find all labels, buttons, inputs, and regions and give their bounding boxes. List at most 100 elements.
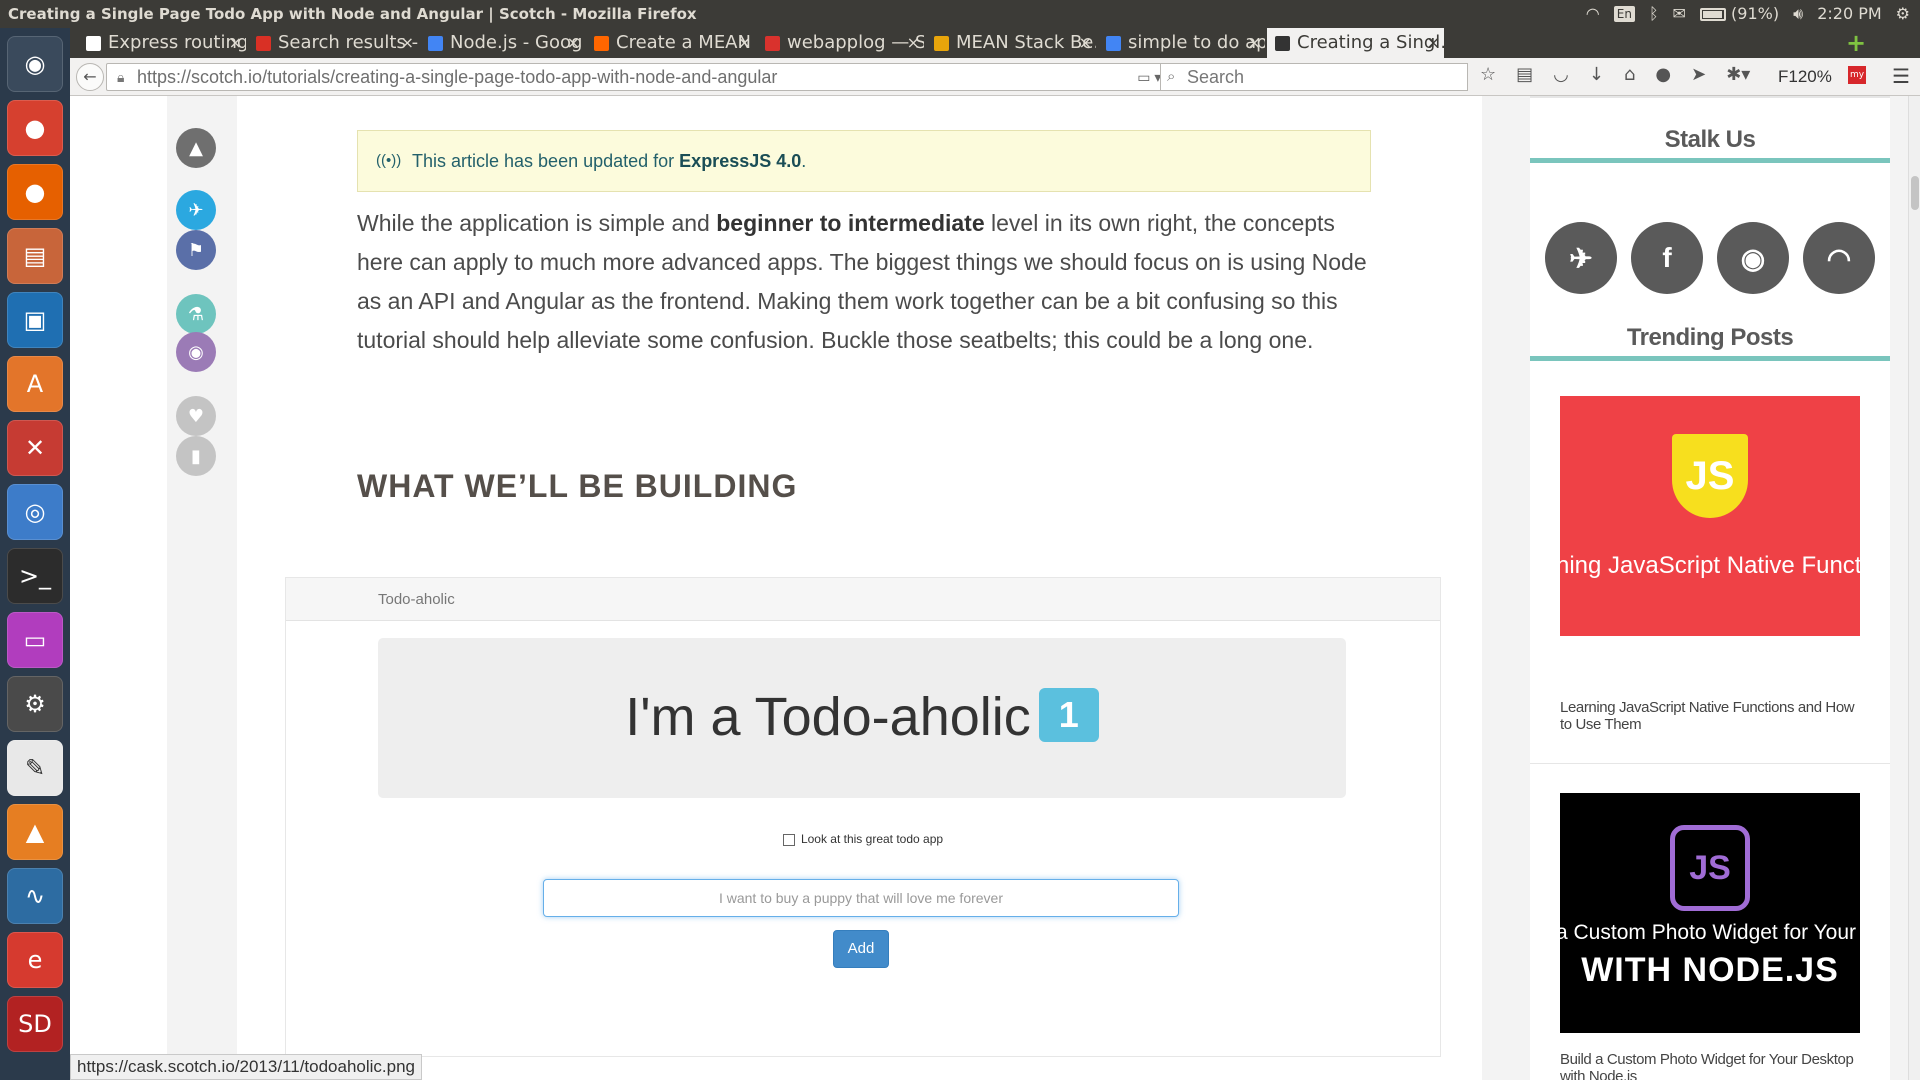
tab-7[interactable]: simple to do ap…× xyxy=(1098,28,1265,58)
tab-3[interactable]: Node.js - Googl…× xyxy=(420,28,584,58)
article-body: ((•)) This article has been updated for … xyxy=(237,96,1482,1080)
battery-indicator[interactable]: (91%) xyxy=(1699,0,1779,28)
vlc-icon[interactable]: ▲ xyxy=(7,804,63,860)
tab-close-icon[interactable]: × xyxy=(1427,28,1440,58)
twitter-share-icon[interactable]: ✈ xyxy=(176,190,216,230)
tab-5[interactable]: webapplog — S…× xyxy=(757,28,924,58)
tab-favicon-icon xyxy=(428,36,443,51)
tab-8[interactable]: Creating a Singl… × xyxy=(1267,28,1444,58)
toolbar-icons: ☆ ▤ ◡ ↓ ⌂ ● ➤ ✱▾ xyxy=(1480,64,1750,85)
tab-close-icon[interactable]: × xyxy=(907,28,920,58)
stalk-us-rule xyxy=(1530,158,1890,163)
tab-close-icon[interactable]: × xyxy=(229,28,242,58)
addon-badge-icon[interactable]: my xyxy=(1848,66,1866,84)
download-icon[interactable]: ↓ xyxy=(1589,64,1604,85)
chromium-icon[interactable]: ◎ xyxy=(7,484,63,540)
extension-icon[interactable]: ✱▾ xyxy=(1726,64,1750,85)
pocket-icon[interactable]: ◡ xyxy=(1553,64,1569,85)
url-bar[interactable]: 🔒︎ https://scotch.io/tutorials/creating-… xyxy=(106,63,1186,91)
chat-icon[interactable]: ● xyxy=(1655,64,1671,85)
demo-title: I'm a Todo-aholic 1 xyxy=(378,686,1346,748)
todo-app-screenshot[interactable]: Todo-aholic I'm a Todo-aholic 1 Look at t… xyxy=(285,577,1441,1057)
unity-launcher: ◉ ● ● ▤ ▣ A ✕ ◎ >_ ▭ ⚙ ✎ ▲ ∿ e SD xyxy=(0,28,70,1080)
volume-icon[interactable]: 🔊︎ xyxy=(1793,0,1803,28)
intro-text-1: While the application is simple and xyxy=(357,210,717,236)
github-share-icon[interactable]: ◉ xyxy=(176,332,216,372)
trending-post-title-2[interactable]: Build a Custom Photo Widget for Your Des… xyxy=(1560,1051,1860,1080)
nodejs-logo-icon: JS xyxy=(1670,825,1750,911)
status-link-preview: https://cask.scotch.io/2013/11/todoaholi… xyxy=(70,1054,423,1080)
trending-post-title-1[interactable]: Learning JavaScript Native Functions and… xyxy=(1560,699,1860,733)
post-image-text-2: a Custom Photo Widget for Your De xyxy=(1560,921,1860,944)
javascript-logo-icon: JS xyxy=(1672,434,1748,518)
tab-2[interactable]: Search results - i…× xyxy=(248,28,418,58)
tab-4[interactable]: Create a MEAN …× xyxy=(586,28,755,58)
hamburger-menu-icon[interactable]: ☰ xyxy=(1892,64,1910,88)
sd-card-icon[interactable]: SD xyxy=(7,996,63,1052)
terminal-icon[interactable]: >_ xyxy=(7,548,63,604)
files-icon[interactable]: ▤ xyxy=(7,228,63,284)
firefox-icon[interactable]: ● xyxy=(7,164,63,220)
window-titlebar: Creating a Single Page Todo App with Nod… xyxy=(0,0,1920,28)
trending-posts-title: Trending Posts xyxy=(1626,324,1794,351)
scrollbar-thumb[interactable] xyxy=(1911,176,1919,210)
app-e-icon[interactable]: e xyxy=(7,932,63,988)
star-bookmark-icon[interactable]: ☆ xyxy=(1480,64,1496,85)
tab-close-icon[interactable]: × xyxy=(567,28,580,58)
tab-close-icon[interactable]: × xyxy=(738,28,751,58)
send-icon[interactable]: ➤ xyxy=(1691,64,1706,85)
java-ee-ide-icon[interactable]: ⚙ xyxy=(7,676,63,732)
tab-close-icon[interactable]: × xyxy=(1248,28,1261,58)
tab-close-icon[interactable]: × xyxy=(401,28,414,58)
demo-jumbotron: I'm a Todo-aholic 1 xyxy=(378,638,1346,798)
system-tray: ◠ En ᛒ ✉ (91%) 🔊︎ 2:20 PM ⚙ xyxy=(1586,0,1910,28)
heart-icon[interactable]: ♥ xyxy=(176,396,216,436)
sidebar: Stalk Us ✈ f ◉ ◠ Trending Posts JS ning Jav… xyxy=(1482,96,1908,1080)
search-input[interactable]: ⌕ Search xyxy=(1160,63,1468,91)
tab-close-icon[interactable]: × xyxy=(1079,28,1092,58)
trending-post-image-2[interactable]: JS a Custom Photo Widget for Your De WIT… xyxy=(1560,793,1860,1033)
intro-paragraph: While the application is simple and begi… xyxy=(357,204,1387,360)
window-app-icon[interactable]: ▭ xyxy=(7,612,63,668)
lock-icon[interactable]: 🔒︎ xyxy=(117,64,124,90)
tab-label: simple to do ap… xyxy=(1128,32,1265,53)
tab-label: Create a MEAN … xyxy=(616,32,755,53)
section-heading: WHAT WE’LL BE BUILDING xyxy=(357,468,798,504)
zoom-level[interactable]: F120% xyxy=(1778,67,1832,87)
todo-item-label: Look at this great todo app xyxy=(800,832,944,846)
mail-icon[interactable]: ✉ xyxy=(1673,0,1686,28)
bluetooth-icon[interactable]: ᛒ xyxy=(1649,0,1659,28)
wifi-icon[interactable]: ◠ xyxy=(1586,0,1600,28)
clock[interactable]: 2:20 PM xyxy=(1817,0,1881,28)
home-icon[interactable]: ⌂ xyxy=(1624,64,1635,85)
keyboard-layout-indicator[interactable]: En xyxy=(1613,6,1635,22)
system-settings-icon[interactable]: ✕ xyxy=(7,420,63,476)
trending-post-image-1[interactable]: JS ning JavaScript Native Funct xyxy=(1560,396,1860,636)
text-editor-icon[interactable]: ✎ xyxy=(7,740,63,796)
power-gear-icon[interactable]: ⚙ xyxy=(1896,0,1910,28)
tab-6[interactable]: MEAN Stack Be… × xyxy=(926,28,1096,58)
facebook-icon[interactable]: f xyxy=(1631,222,1703,294)
reading-list-icon[interactable]: ▤ xyxy=(1516,64,1533,85)
lab-flask-icon[interactable]: ⚗ xyxy=(176,294,216,334)
twitter-icon[interactable]: ✈ xyxy=(1545,222,1617,294)
post-separator xyxy=(1530,763,1890,764)
rocket-icon[interactable]: ▲ xyxy=(176,128,216,168)
navigation-toolbar: ← 🔒︎ https://scotch.io/tutorials/creatin… xyxy=(70,58,1920,96)
sidebar-panel: Stalk Us ✈ f ◉ ◠ Trending Posts JS ning Jav… xyxy=(1530,96,1890,1080)
rss-icon[interactable]: ◠ xyxy=(1803,222,1875,294)
github-icon[interactable]: ◉ xyxy=(1717,222,1789,294)
search-placeholder: Search xyxy=(1187,67,1245,87)
system-monitor-icon[interactable]: ∿ xyxy=(7,868,63,924)
page-scrollbar[interactable] xyxy=(1908,96,1920,1080)
tab-favicon-icon xyxy=(1106,36,1121,51)
new-tab-plus-icon[interactable]: + xyxy=(1846,28,1866,58)
bookmark-share-icon[interactable]: ⚑ xyxy=(176,230,216,270)
ubuntu-dash-icon[interactable]: ◉ xyxy=(7,36,63,92)
workspace-icon[interactable]: ▣ xyxy=(7,292,63,348)
software-center-icon[interactable]: A xyxy=(7,356,63,412)
chrome-icon[interactable]: ● xyxy=(7,100,63,156)
tab-1[interactable]: Express routing × xyxy=(78,28,246,58)
back-button[interactable]: ← xyxy=(76,63,104,91)
save-bookmark-icon[interactable]: ▮ xyxy=(176,436,216,476)
